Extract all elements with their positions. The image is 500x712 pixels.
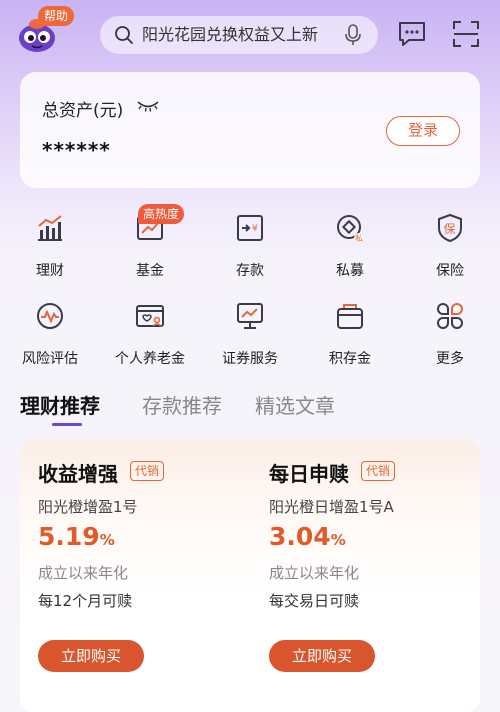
product-card: 收益增强 代销 阳光橙增盈1号 5.19% 成立以来年化 每12个月可赎 立即购…: [20, 440, 480, 712]
product-item[interactable]: 每日申赎 代销 阳光橙日增盈1号A 3.04% 成立以来年化 每交易日可赎 立即…: [269, 440, 489, 712]
menu-item-wealth[interactable]: 理财: [0, 212, 100, 292]
tab-wealth-recommend[interactable]: 理财推荐: [20, 390, 100, 419]
menu-label: 积存金: [329, 351, 371, 367]
securities-monitor-icon: [237, 303, 263, 329]
menu-label: 个人养老金: [115, 351, 185, 367]
tab-active-indicator: [52, 423, 82, 426]
menu-label: 存款: [236, 263, 264, 279]
search-icon: [115, 26, 133, 44]
buy-now-button[interactable]: 立即购买: [269, 640, 375, 672]
menu-label: 证券服务: [222, 351, 278, 367]
menu-item-more[interactable]: 更多: [400, 300, 500, 380]
product-category: 每日申赎: [269, 462, 349, 486]
hot-badge: 高热度: [138, 204, 185, 224]
menu-label: 保险: [436, 263, 464, 279]
menu-label: 更多: [436, 351, 464, 367]
gold-bag-icon: [337, 304, 363, 329]
menu-label: 私募: [336, 263, 364, 279]
distribution-tag: 代销: [361, 461, 396, 481]
menu-label: 风险评估: [22, 351, 78, 367]
rate-description: 成立以来年化: [269, 564, 360, 582]
menu-item-pension[interactable]: 个人养老金: [100, 300, 200, 380]
buy-now-button[interactable]: 立即购买: [38, 640, 144, 672]
menu-item-fund[interactable]: 基金: [100, 212, 200, 292]
search-bar[interactable]: 阳光花园兑换权益又上新: [100, 16, 378, 54]
insurance-shield-icon: 保: [438, 213, 462, 243]
menu-item-insurance[interactable]: 保 保险: [400, 212, 500, 292]
redemption-term: 每12个月可赎: [38, 592, 133, 610]
menu-item-gold-savings[interactable]: 积存金: [300, 300, 400, 380]
svg-text:私: 私: [355, 234, 363, 243]
distribution-tag: 代销: [130, 461, 165, 481]
deposit-icon: ¥: [237, 215, 263, 241]
chart-bars-icon: [38, 215, 62, 241]
more-grid-icon: [436, 303, 464, 330]
rate-description: 成立以来年化: [38, 564, 129, 582]
risk-pulse-icon: [37, 303, 63, 329]
top-bar: 帮助 阳光花园兑换权益又上新: [0, 0, 500, 66]
scan-icon[interactable]: [452, 20, 480, 48]
product-rate: 3.04%: [269, 522, 346, 551]
pension-card-icon: [136, 305, 164, 327]
product-name: 阳光橙增盈1号: [38, 498, 138, 516]
message-icon[interactable]: [397, 20, 427, 48]
menu-item-private-fund[interactable]: 私 私募: [300, 212, 400, 292]
tab-featured-articles[interactable]: 精选文章: [255, 390, 335, 419]
menu-item-securities[interactable]: 证券服务: [200, 300, 300, 380]
redemption-term: 每交易日可赎: [269, 592, 360, 610]
login-button[interactable]: 登录: [386, 116, 460, 146]
product-item[interactable]: 收益增强 代销 阳光橙增盈1号 5.19% 成立以来年化 每12个月可赎 立即购…: [38, 440, 258, 712]
help-badge[interactable]: 帮助: [38, 6, 75, 26]
search-placeholder: 阳光花园兑换权益又上新: [142, 25, 319, 44]
total-assets-label: 总资产(元): [42, 101, 124, 121]
svg-text:¥: ¥: [252, 224, 258, 234]
svg-text:保: 保: [444, 222, 456, 236]
menu-item-risk-assessment[interactable]: 风险评估: [0, 300, 100, 380]
eye-closed-icon[interactable]: [136, 98, 160, 114]
product-rate: 5.19%: [38, 522, 115, 551]
tab-deposit-recommend[interactable]: 存款推荐: [142, 390, 222, 419]
private-fund-icon: 私: [337, 215, 364, 243]
menu-item-deposit[interactable]: ¥ 存款: [200, 212, 300, 292]
menu-label: 基金: [136, 263, 164, 279]
microphone-icon[interactable]: [343, 24, 363, 46]
product-category: 收益增强: [38, 462, 118, 486]
asset-card: 总资产(元) ****** 登录: [20, 72, 480, 188]
total-assets-value: ******: [42, 138, 111, 162]
menu-label: 理财: [36, 263, 64, 279]
product-name: 阳光橙日增盈1号A: [269, 498, 394, 516]
